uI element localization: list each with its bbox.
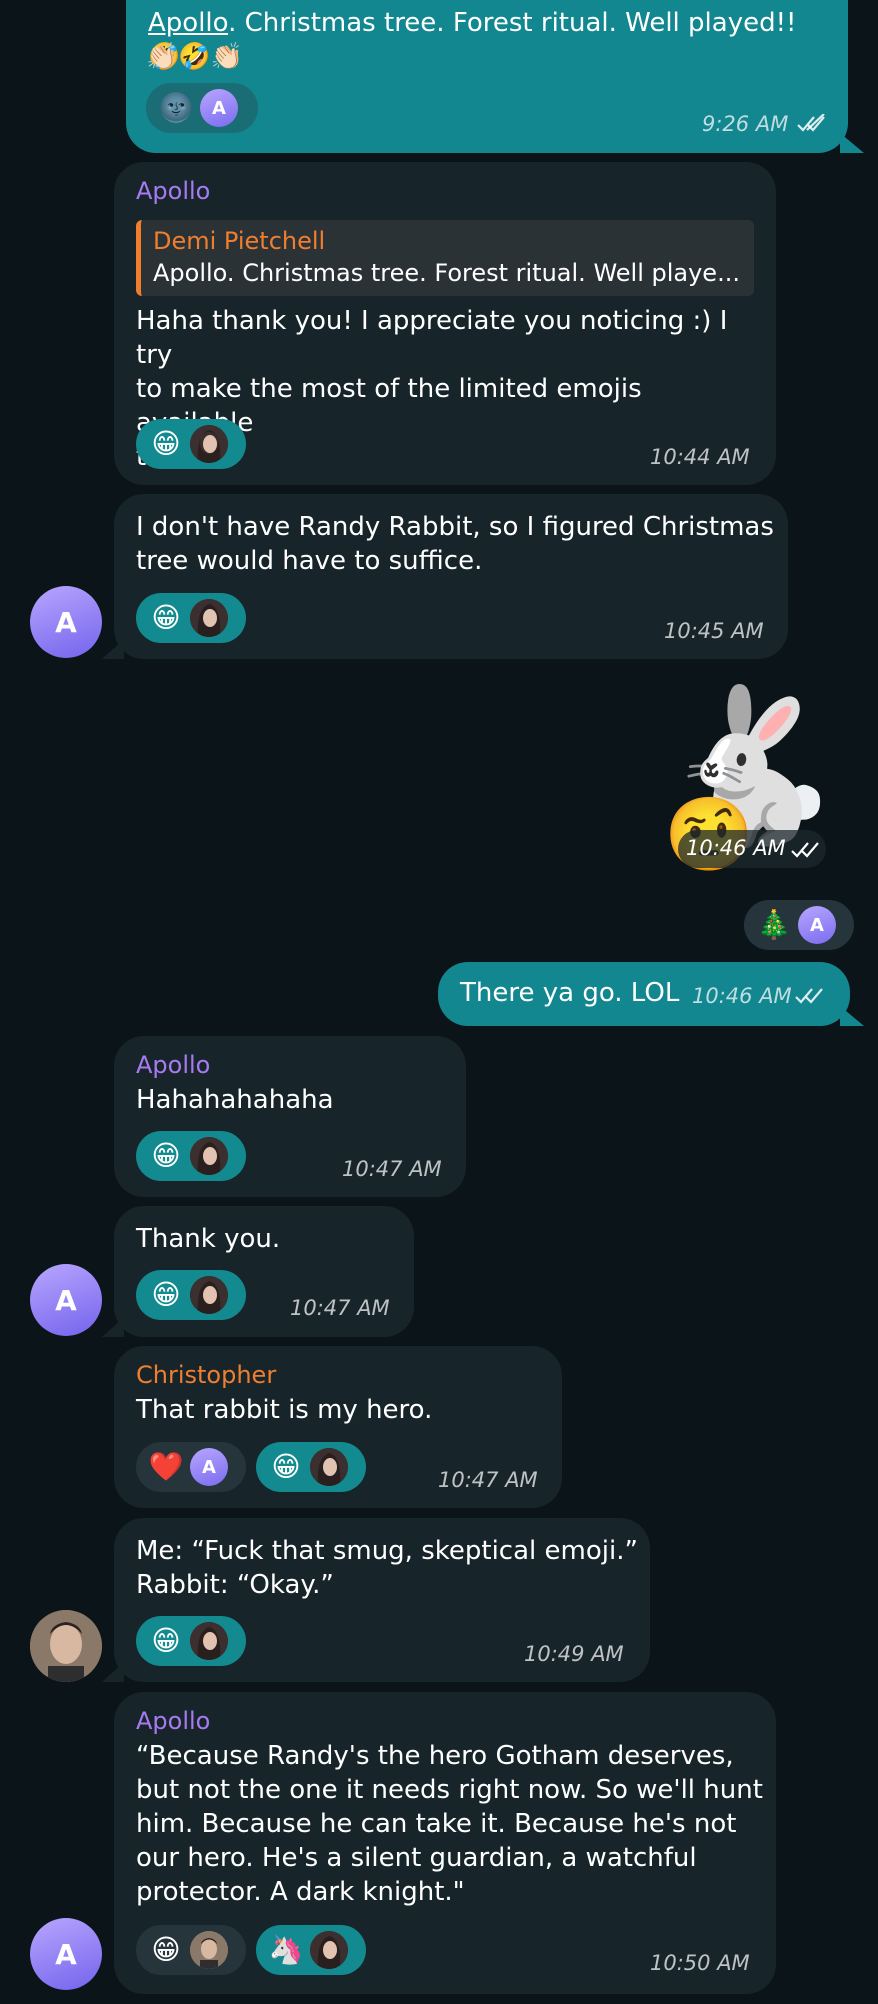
message-time: 10:45 AM: [664, 619, 764, 643]
message-text: “Because Randy's the hero Gotham deserve…: [136, 1741, 763, 1907]
message-text: Hahahahahaha: [136, 1085, 334, 1115]
message-bubble-incoming[interactable]: I don't have Randy Rabbit, so I figured …: [114, 494, 788, 659]
message-bubble-outgoing[interactable]: Apollo. Christmas tree. Forest ritual. W…: [126, 0, 848, 153]
sender-avatar[interactable]: A: [30, 586, 102, 658]
message-bubble-incoming[interactable]: Me: “Fuck that smug, skeptical emoji.” R…: [114, 1518, 650, 1682]
reactor-avatar-photo: [190, 1276, 228, 1314]
message-time: 10:44 AM: [650, 445, 750, 469]
reaction-emoji: 😁: [151, 601, 181, 634]
reactor-avatar-photo: [310, 1448, 348, 1486]
reactor-avatar-photo: [310, 1931, 348, 1969]
reaction-pill[interactable]: 🌚 A: [146, 83, 258, 133]
sender-avatar[interactable]: A: [30, 1918, 102, 1990]
message-time: 10:46 AM: [686, 836, 786, 860]
reaction-pill[interactable]: 😁: [136, 1616, 246, 1666]
reaction-pill[interactable]: 🎄 A: [744, 900, 854, 950]
reaction-pill[interactable]: ❤️ A: [136, 1442, 246, 1492]
message-text: Apollo. Christmas tree. Forest ritual. W…: [148, 8, 797, 72]
reactor-avatar: A: [200, 89, 238, 127]
sender-avatar-photo[interactable]: [30, 1610, 102, 1682]
message-text-emojis: 👏🏻🤣👏🏻: [146, 42, 244, 72]
message-bubble-outgoing[interactable]: There ya go. LOL 10:46 AM: [438, 962, 850, 1026]
reaction-pill[interactable]: 😁: [136, 419, 246, 469]
sender-name[interactable]: Apollo: [136, 1050, 210, 1080]
message-text: Thank you.: [136, 1224, 281, 1254]
sender-avatar[interactable]: A: [30, 1264, 102, 1336]
message-text: There ya go. LOL: [460, 978, 680, 1008]
reaction-emoji: 😁: [151, 1278, 181, 1311]
reaction-emoji: 😁: [151, 1139, 181, 1172]
read-receipt-icon: [795, 988, 823, 1004]
read-receipt-icon: [791, 842, 819, 858]
sender-name[interactable]: Apollo: [136, 1706, 210, 1736]
reactor-avatar: A: [190, 1448, 228, 1486]
reaction-emoji: 😁: [151, 1933, 181, 1966]
reaction-pill[interactable]: 😁: [136, 1270, 246, 1320]
reaction-emoji: 😁: [151, 1624, 181, 1657]
reaction-pill[interactable]: 😁: [256, 1442, 366, 1492]
reactor-avatar-photo: [190, 1931, 228, 1969]
reaction-emoji: 😁: [151, 427, 181, 460]
reply-quote[interactable]: Demi Pietchell Apollo. Christmas tree. F…: [136, 220, 754, 296]
message-time: 10:46 AM: [692, 984, 792, 1008]
quote-text: Apollo. Christmas tree. Forest ritual. W…: [153, 259, 740, 287]
message-bubble-incoming[interactable]: Christopher That rabbit is my hero. ❤️ A…: [114, 1346, 562, 1508]
bubble-tail: [102, 1662, 124, 1682]
reaction-pill[interactable]: 😁: [136, 1131, 246, 1181]
reaction-pill[interactable]: 😁: [136, 1925, 246, 1975]
reaction-pill[interactable]: 😁: [136, 593, 246, 643]
message-time: 10:47 AM: [438, 1468, 538, 1492]
reactor-avatar-photo: [190, 425, 228, 463]
reactor-avatar-photo: [190, 599, 228, 637]
reaction-pill[interactable]: 🦄: [256, 1925, 366, 1975]
message-bubble-incoming[interactable]: Apollo Demi Pietchell Apollo. Christmas …: [114, 162, 776, 485]
message-time: 10:47 AM: [342, 1157, 442, 1181]
mention-link[interactable]: Apollo: [148, 8, 228, 38]
quote-author: Demi Pietchell: [153, 227, 326, 255]
message-text: That rabbit is my hero.: [136, 1395, 433, 1425]
message-time: 10:47 AM: [290, 1296, 390, 1320]
read-receipt-icon: [797, 114, 825, 132]
reactor-avatar-photo: [190, 1137, 228, 1175]
bubble-tail: [102, 639, 124, 659]
message-text: I don't have Randy Rabbit, so I figured …: [136, 512, 774, 576]
message-time: 10:50 AM: [650, 1951, 750, 1975]
reactor-avatar: A: [798, 906, 836, 944]
message-text: Me: “Fuck that smug, skeptical emoji.” R…: [136, 1536, 638, 1600]
message-bubble-incoming[interactable]: Apollo “Because Randy's the hero Gotham …: [114, 1692, 776, 1994]
reaction-emoji: 🎄: [756, 908, 792, 941]
message-time: 9:26 AM: [702, 112, 789, 136]
sticker-message[interactable]: 🐇 🤨 10:46 AM: [640, 682, 850, 892]
reaction-emoji: ❤️: [148, 1450, 184, 1483]
reaction-emoji: 😁: [271, 1450, 301, 1483]
reaction-emoji: 🌚: [158, 91, 194, 124]
message-bubble-incoming[interactable]: Thank you. 😁 10:47 AM: [114, 1206, 414, 1337]
bubble-tail: [840, 133, 864, 153]
sender-name[interactable]: Apollo: [136, 176, 210, 206]
bubble-tail: [102, 1317, 124, 1337]
reactor-avatar-photo: [190, 1622, 228, 1660]
reaction-emoji: 🦄: [268, 1933, 304, 1966]
sender-name[interactable]: Christopher: [136, 1360, 276, 1390]
message-time: 10:49 AM: [524, 1642, 624, 1666]
bubble-tail: [840, 1006, 864, 1026]
message-bubble-incoming[interactable]: Apollo Hahahahahaha 😁 10:47 AM: [114, 1036, 466, 1197]
